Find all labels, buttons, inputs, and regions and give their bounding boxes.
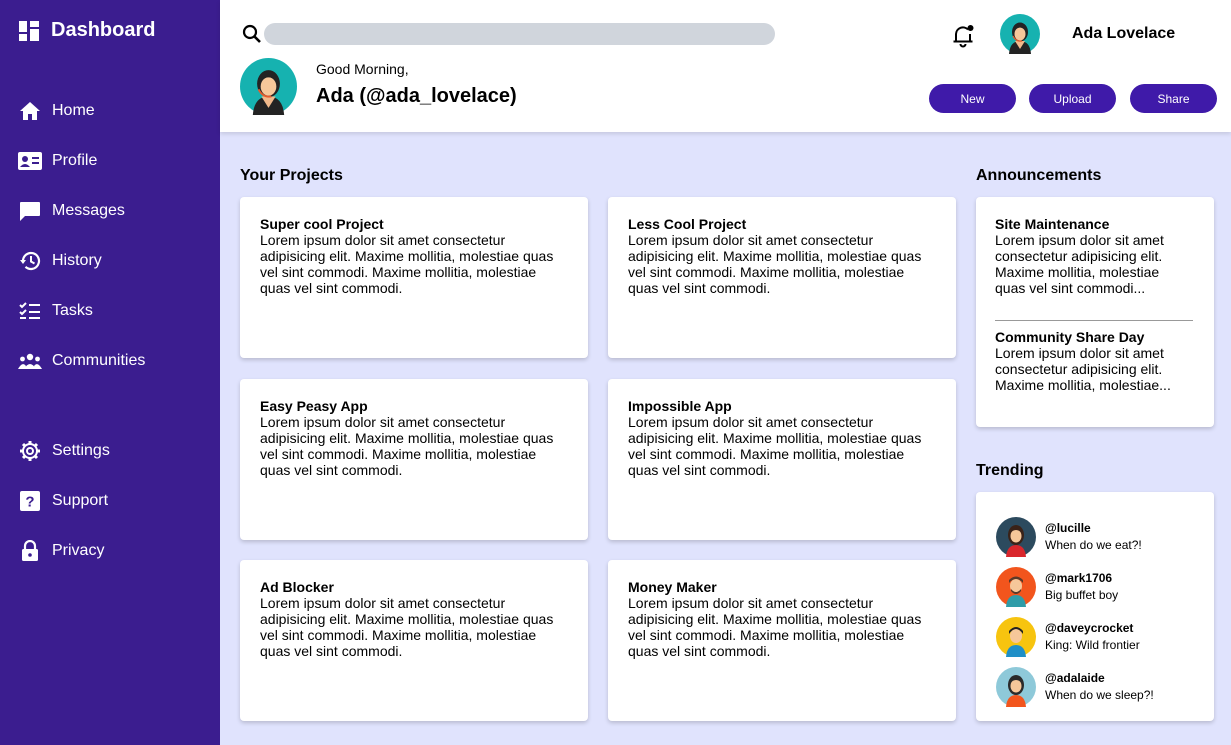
- top-header: Ada Lovelace Good Morning, Ada (@ada_lov…: [220, 0, 1231, 132]
- notification-bell-icon[interactable]: [950, 22, 976, 48]
- brand[interactable]: Dashboard: [19, 19, 155, 42]
- user-handle: Ada (@ada_lovelace): [316, 85, 517, 107]
- trending-title: Trending: [976, 462, 1044, 479]
- profile-avatar: [240, 58, 297, 115]
- project-card[interactable]: Super cool Project Lorem ipsum dolor sit…: [240, 197, 588, 358]
- sidebar-item-messages[interactable]: Messages: [18, 199, 125, 223]
- avatar: [996, 517, 1036, 557]
- search-input[interactable]: [264, 23, 775, 45]
- project-title: Super cool Project: [260, 216, 384, 232]
- project-card[interactable]: Impossible App Lorem ipsum dolor sit ame…: [608, 379, 956, 540]
- sidebar-item-profile[interactable]: Profile: [18, 149, 97, 173]
- avatar: [996, 667, 1036, 707]
- sidebar: Dashboard Home Profile Messages History …: [0, 0, 220, 745]
- search-icon[interactable]: [241, 23, 263, 45]
- sidebar-item-label: Support: [52, 492, 109, 509]
- dashboard-icon: [19, 20, 39, 41]
- trending-handle: @adalaide: [1045, 670, 1105, 685]
- sidebar-item-home[interactable]: Home: [18, 99, 95, 123]
- announcement-body: Lorem ipsum dolor sit amet consectetur a…: [995, 345, 1171, 393]
- trending-handle: @daveycrocket: [1045, 620, 1134, 635]
- history-icon: [18, 249, 42, 273]
- gear-icon: [18, 439, 42, 463]
- lock-icon: [18, 539, 42, 563]
- home-icon: [18, 99, 42, 123]
- avatar: [996, 617, 1036, 657]
- sidebar-item-communities[interactable]: Communities: [18, 349, 145, 373]
- project-description: Lorem ipsum dolor sit amet consectetur a…: [260, 232, 554, 296]
- announcement-item[interactable]: Community Share Day Lorem ipsum dolor si…: [995, 329, 1193, 393]
- project-title: Ad Blocker: [260, 579, 334, 595]
- project-card[interactable]: Less Cool Project Lorem ipsum dolor sit …: [608, 197, 956, 358]
- project-description: Lorem ipsum dolor sit amet consectetur a…: [260, 595, 554, 659]
- tasks-icon: [18, 299, 42, 323]
- project-card[interactable]: Easy Peasy App Lorem ipsum dolor sit ame…: [240, 379, 588, 540]
- project-card[interactable]: Money Maker Lorem ipsum dolor sit amet c…: [608, 560, 956, 721]
- sidebar-item-label: Messages: [52, 202, 125, 219]
- project-title: Money Maker: [628, 579, 717, 595]
- sidebar-item-support[interactable]: ? Support: [18, 489, 108, 513]
- project-title: Impossible App: [628, 398, 732, 414]
- project-card[interactable]: Ad Blocker Lorem ipsum dolor sit amet co…: [240, 560, 588, 721]
- trending-handle: @lucille: [1045, 520, 1091, 535]
- projects-title: Your Projects: [240, 167, 343, 184]
- trending-message: When do we eat?!: [1045, 537, 1142, 552]
- user-name[interactable]: Ada Lovelace: [1072, 25, 1175, 43]
- avatar: [996, 567, 1036, 607]
- upload-button[interactable]: Upload: [1029, 84, 1116, 113]
- sidebar-item-label: Tasks: [52, 302, 93, 319]
- sidebar-item-tasks[interactable]: Tasks: [18, 299, 93, 323]
- trending-handle: @mark1706: [1045, 570, 1113, 585]
- brand-title: Dashboard: [51, 19, 156, 41]
- project-description: Lorem ipsum dolor sit amet consectetur a…: [628, 595, 922, 659]
- trending-item[interactable]: @daveycrocket King: Wild frontier: [996, 612, 1194, 662]
- trending-item[interactable]: @adalaide When do we sleep?!: [996, 662, 1194, 712]
- sidebar-item-label: Home: [52, 102, 95, 119]
- trending-item[interactable]: @lucille When do we eat?!: [996, 512, 1194, 562]
- sidebar-item-label: Profile: [52, 152, 98, 169]
- help-icon: ?: [18, 489, 42, 513]
- people-icon: [18, 349, 42, 373]
- trending-card: @lucille When do we eat?! @mark1706 Big …: [976, 492, 1214, 721]
- sidebar-item-settings[interactable]: Settings: [18, 439, 110, 463]
- message-icon: [18, 199, 42, 223]
- announcement-title: Site Maintenance: [995, 216, 1110, 232]
- profile-card-icon: [18, 149, 42, 173]
- greeting-text: Good Morning,: [316, 61, 409, 77]
- trending-message: Big buffet boy: [1045, 587, 1119, 602]
- divider: [995, 320, 1193, 321]
- announcements-title: Announcements: [976, 167, 1102, 184]
- svg-text:?: ?: [25, 494, 34, 511]
- new-button[interactable]: New: [929, 84, 1016, 113]
- sidebar-item-label: Settings: [52, 442, 110, 459]
- trending-item[interactable]: @mark1706 Big buffet boy: [996, 562, 1194, 612]
- trending-message: When do we sleep?!: [1045, 687, 1154, 702]
- project-description: Lorem ipsum dolor sit amet consectetur a…: [260, 414, 554, 478]
- announcement-title: Community Share Day: [995, 329, 1145, 345]
- user-avatar[interactable]: [1000, 14, 1040, 54]
- share-button[interactable]: Share: [1130, 84, 1217, 113]
- project-title: Easy Peasy App: [260, 398, 368, 414]
- sidebar-item-label: History: [52, 252, 102, 269]
- announcement-body: Lorem ipsum dolor sit amet consectetur a…: [995, 232, 1164, 296]
- sidebar-item-label: Communities: [52, 352, 146, 369]
- sidebar-item-history[interactable]: History: [18, 249, 102, 273]
- sidebar-item-label: Privacy: [52, 542, 105, 559]
- project-description: Lorem ipsum dolor sit amet consectetur a…: [628, 232, 922, 296]
- announcement-item[interactable]: Site Maintenance Lorem ipsum dolor sit a…: [995, 216, 1193, 296]
- trending-message: King: Wild frontier: [1045, 637, 1140, 652]
- project-description: Lorem ipsum dolor sit amet consectetur a…: [628, 414, 922, 478]
- announcements-card: Site Maintenance Lorem ipsum dolor sit a…: [976, 197, 1214, 427]
- project-title: Less Cool Project: [628, 216, 747, 232]
- sidebar-item-privacy[interactable]: Privacy: [18, 539, 104, 563]
